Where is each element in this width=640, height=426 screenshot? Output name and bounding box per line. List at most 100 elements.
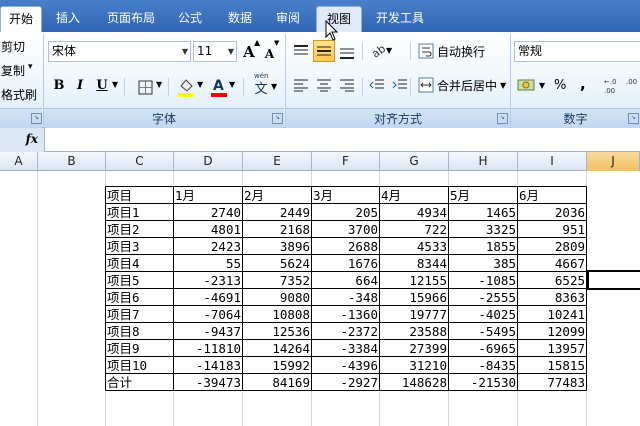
wrap-text-button[interactable]: 自动换行 bbox=[437, 43, 485, 60]
table-cell[interactable]: 项目8 bbox=[107, 323, 175, 340]
chevron-down-icon[interactable]: ▼ bbox=[539, 81, 545, 90]
table-cell[interactable]: -39473 bbox=[174, 374, 243, 391]
tab-home[interactable]: 开始 bbox=[0, 6, 42, 32]
font-color-icon[interactable]: A bbox=[210, 77, 228, 97]
chevron-down-icon[interactable]: ▼ bbox=[228, 42, 234, 61]
table-cell[interactable]: 9080 bbox=[243, 289, 312, 306]
table-cell[interactable]: 12155 bbox=[380, 272, 449, 289]
table-cell[interactable]: 4801 bbox=[174, 221, 243, 238]
table-cell[interactable]: 10241 bbox=[518, 306, 587, 323]
table-cell[interactable]: 项目4 bbox=[107, 255, 175, 272]
table-cell[interactable]: -8435 bbox=[449, 357, 518, 374]
table-cell[interactable]: -4691 bbox=[174, 289, 243, 306]
table-cell[interactable]: 385 bbox=[449, 255, 518, 272]
column-header-j[interactable]: J bbox=[587, 152, 640, 171]
tab-data[interactable]: 数据 bbox=[218, 6, 262, 32]
column-header-b[interactable]: B bbox=[38, 152, 106, 171]
table-cell[interactable]: 6525 bbox=[518, 272, 587, 289]
column-header-c[interactable]: C bbox=[106, 152, 174, 171]
table-cell[interactable]: 2740 bbox=[174, 204, 243, 221]
table-cell[interactable]: 664 bbox=[312, 272, 380, 289]
table-cell[interactable]: 合计 bbox=[107, 374, 175, 391]
table-cell[interactable]: 7352 bbox=[243, 272, 312, 289]
column-header-h[interactable]: H bbox=[449, 152, 518, 171]
column-header-f[interactable]: F bbox=[312, 152, 380, 171]
table-cell[interactable]: 2168 bbox=[243, 221, 312, 238]
clipboard-launcher-icon[interactable]: ↘ bbox=[31, 113, 42, 124]
table-cell[interactable]: 77483 bbox=[518, 374, 587, 391]
table-header-cell[interactable]: 项目 bbox=[107, 187, 175, 204]
merge-center-icon[interactable] bbox=[418, 77, 434, 93]
chevron-down-icon[interactable]: ▼ bbox=[271, 82, 277, 91]
decrease-decimal-icon[interactable]: .00 bbox=[626, 76, 640, 94]
table-cell[interactable]: 3325 bbox=[449, 221, 518, 238]
align-bottom-icon[interactable] bbox=[339, 46, 355, 60]
table-cell[interactable]: 12099 bbox=[518, 323, 587, 340]
table-cell[interactable]: 12536 bbox=[243, 323, 312, 340]
currency-icon[interactable] bbox=[517, 77, 537, 93]
align-right-icon[interactable] bbox=[339, 78, 355, 92]
table-cell[interactable]: 722 bbox=[380, 221, 449, 238]
font-name-combo[interactable]: 宋体 ▼ bbox=[48, 41, 191, 62]
table-cell[interactable]: -2313 bbox=[174, 272, 243, 289]
table-cell[interactable]: 2449 bbox=[243, 204, 312, 221]
increase-indent-icon[interactable] bbox=[392, 78, 408, 92]
table-cell[interactable]: 4934 bbox=[380, 204, 449, 221]
table-cell[interactable]: -11810 bbox=[174, 340, 243, 357]
increase-decimal-icon[interactable]: ←.0 .00 bbox=[604, 76, 624, 94]
table-cell[interactable]: 55 bbox=[174, 255, 243, 272]
fill-color-icon[interactable] bbox=[177, 77, 195, 97]
decrease-indent-icon[interactable] bbox=[369, 78, 385, 92]
table-cell[interactable]: 15966 bbox=[380, 289, 449, 306]
table-cell[interactable]: 15815 bbox=[518, 357, 587, 374]
number-launcher-icon[interactable]: ↘ bbox=[628, 113, 639, 124]
align-middle-button[interactable] bbox=[313, 40, 335, 62]
table-cell[interactable]: 项目1 bbox=[107, 204, 175, 221]
tab-review[interactable]: 审阅 bbox=[266, 6, 310, 32]
table-cell[interactable]: 205 bbox=[312, 204, 380, 221]
table-cell[interactable]: 3700 bbox=[312, 221, 380, 238]
cut-button[interactable]: 剪切 bbox=[1, 38, 25, 55]
chevron-down-icon[interactable]: ▼ bbox=[229, 80, 235, 89]
tab-developer[interactable]: 开发工具 bbox=[368, 6, 432, 32]
chevron-down-icon[interactable]: ▼ bbox=[500, 81, 506, 90]
table-cell[interactable]: 3896 bbox=[243, 238, 312, 255]
table-cell[interactable]: -3384 bbox=[312, 340, 380, 357]
table-cell[interactable]: 1676 bbox=[312, 255, 380, 272]
table-cell[interactable]: 84169 bbox=[243, 374, 312, 391]
table-cell[interactable]: -14183 bbox=[174, 357, 243, 374]
column-header-d[interactable]: D bbox=[174, 152, 243, 171]
table-cell[interactable]: 23588 bbox=[380, 323, 449, 340]
orientation-icon[interactable]: ab bbox=[369, 41, 387, 59]
table-cell[interactable]: 项目10 bbox=[107, 357, 175, 374]
format-painter-button[interactable]: 格式刷 bbox=[1, 86, 37, 103]
copy-button[interactable]: 复制 bbox=[1, 62, 25, 79]
align-top-icon[interactable] bbox=[293, 44, 309, 58]
table-cell[interactable]: 2688 bbox=[312, 238, 380, 255]
table-cell[interactable]: -5495 bbox=[449, 323, 518, 340]
bold-button[interactable]: B bbox=[51, 76, 67, 96]
table-cell[interactable]: 1855 bbox=[449, 238, 518, 255]
table-cell[interactable]: -4025 bbox=[449, 306, 518, 323]
column-header-i[interactable]: I bbox=[518, 152, 587, 171]
tab-page-layout[interactable]: 页面布局 bbox=[96, 6, 166, 32]
table-cell[interactable]: 13957 bbox=[518, 340, 587, 357]
chevron-down-icon[interactable]: ▼ bbox=[112, 80, 118, 89]
column-header-e[interactable]: E bbox=[243, 152, 312, 171]
table-cell[interactable]: 31210 bbox=[380, 357, 449, 374]
table-cell[interactable]: -1085 bbox=[449, 272, 518, 289]
table-cell[interactable]: -2555 bbox=[449, 289, 518, 306]
tab-insert[interactable]: 插入 bbox=[46, 6, 90, 32]
table-header-cell[interactable]: 4月 bbox=[381, 187, 450, 204]
tab-view[interactable]: 视图 bbox=[316, 6, 362, 32]
table-cell[interactable]: 19777 bbox=[380, 306, 449, 323]
chevron-down-icon[interactable]: ▼ bbox=[156, 80, 162, 89]
number-format-combo[interactable]: 常规 bbox=[514, 41, 640, 62]
table-cell[interactable]: -4396 bbox=[312, 357, 380, 374]
chevron-down-icon[interactable]: ▼ bbox=[197, 80, 203, 89]
font-launcher-icon[interactable]: ↘ bbox=[272, 113, 283, 124]
table-cell[interactable]: 项目6 bbox=[107, 289, 175, 306]
table-cell[interactable]: 项目3 bbox=[107, 238, 175, 255]
table-cell[interactable]: -7064 bbox=[174, 306, 243, 323]
align-left-icon[interactable] bbox=[293, 78, 309, 92]
